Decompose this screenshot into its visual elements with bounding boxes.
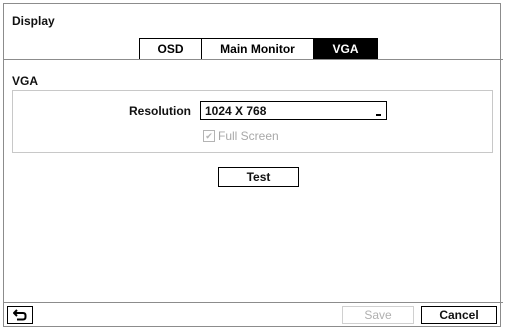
resolution-label: Resolution bbox=[129, 104, 191, 118]
checkbox-checked-icon: ✔ bbox=[203, 130, 215, 142]
tab-osd[interactable]: OSD bbox=[139, 38, 201, 60]
back-button[interactable] bbox=[7, 306, 33, 324]
resolution-select[interactable]: 1024 X 768 bbox=[200, 101, 387, 120]
tab-vga[interactable]: VGA bbox=[313, 38, 378, 60]
full-screen-checkbox[interactable]: ✔ Full Screen bbox=[203, 129, 279, 143]
test-button[interactable]: Test bbox=[218, 167, 299, 187]
cancel-button[interactable]: Cancel bbox=[421, 306, 497, 324]
dialog-title: Display bbox=[12, 14, 55, 28]
return-arrow-icon bbox=[13, 309, 27, 321]
tab-main-monitor[interactable]: Main Monitor bbox=[201, 38, 313, 60]
tab-bar: OSD Main Monitor VGA bbox=[139, 38, 378, 60]
section-label-vga: VGA bbox=[12, 74, 39, 88]
footer-divider bbox=[3, 302, 503, 303]
save-button[interactable]: Save bbox=[342, 306, 414, 324]
tab-divider bbox=[3, 59, 503, 60]
vga-settings-group bbox=[12, 90, 493, 153]
dropdown-arrow-icon bbox=[376, 114, 381, 116]
full-screen-label: Full Screen bbox=[218, 129, 279, 143]
resolution-value: 1024 X 768 bbox=[205, 103, 267, 118]
